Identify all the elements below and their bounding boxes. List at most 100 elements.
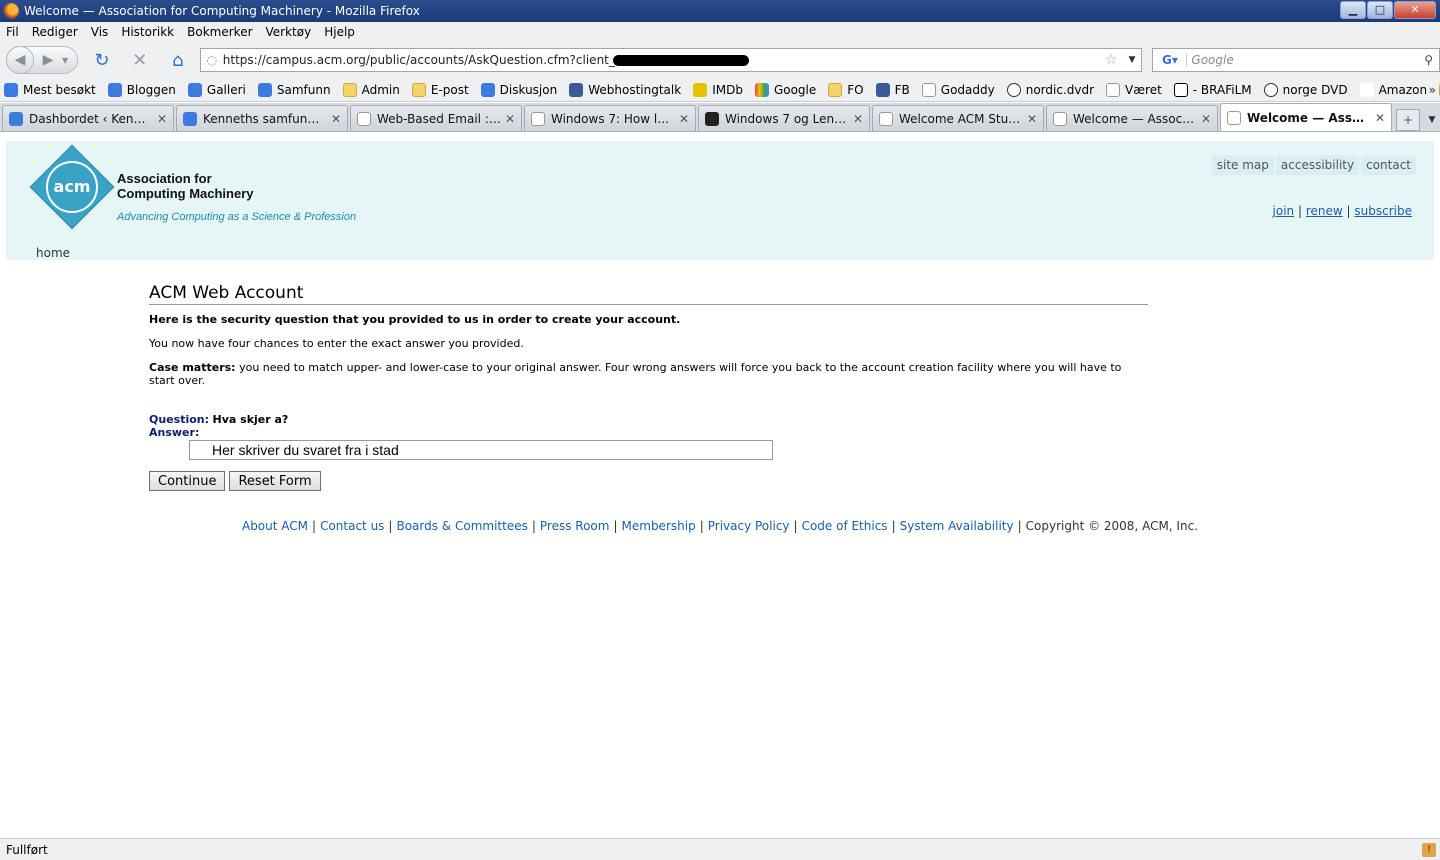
bookmark-item[interactable]: Bloggen xyxy=(104,82,176,97)
footer-link[interactable]: Boards & Committees xyxy=(396,519,527,533)
search-engine-icon[interactable]: G▾ xyxy=(1153,53,1188,67)
url-dropdown-icon[interactable]: ▼ xyxy=(1128,55,1135,65)
home-icon[interactable]: ⌂ xyxy=(164,50,192,71)
menu-bookmarks[interactable]: Bokmerker xyxy=(181,25,259,39)
tab[interactable]: Web-Based Email :: ... ✕ xyxy=(350,105,522,131)
site-map-link[interactable]: site map xyxy=(1211,155,1274,175)
menu-edit[interactable]: Rediger xyxy=(26,25,85,39)
close-window-button[interactable]: ✕ xyxy=(1394,1,1436,19)
bookmark-item[interactable]: Webhostingtalk xyxy=(565,82,681,97)
tab-close-icon[interactable]: ✕ xyxy=(1201,112,1211,126)
search-icon[interactable]: ⚲ xyxy=(1424,53,1433,67)
maximize-button[interactable]: □ xyxy=(1367,1,1393,19)
bookmark-item[interactable]: Admin xyxy=(339,82,400,97)
bookmark-item[interactable]: Galleri xyxy=(184,82,246,97)
menu-file[interactable]: Fil xyxy=(0,25,26,39)
bookmark-item[interactable]: Diskusjon xyxy=(477,82,557,97)
new-tab-button[interactable]: + xyxy=(1396,109,1420,131)
menu-tools[interactable]: Verktøy xyxy=(260,25,319,39)
footer-link[interactable]: Contact us xyxy=(320,519,384,533)
footer-link[interactable]: System Availability xyxy=(900,519,1014,533)
tab-active[interactable]: Welcome — Associ... ✕ xyxy=(1220,103,1392,131)
tab[interactable]: Welcome ACM Stud... ✕ xyxy=(872,105,1044,131)
bookmark-fb-icon xyxy=(875,82,890,97)
menu-help[interactable]: Hjelp xyxy=(318,25,362,39)
bookmark-item[interactable]: - BRAFiLM xyxy=(1170,82,1252,97)
bookmark-label: Amazon xyxy=(1378,82,1428,97)
back-button[interactable]: ◀ xyxy=(6,46,34,74)
bookmark-lf-icon xyxy=(1173,82,1188,97)
continue-button[interactable]: Continue xyxy=(149,471,226,491)
bookmark-item[interactable]: Amazon xyxy=(1356,82,1428,97)
security-lock-icon[interactable]: ! xyxy=(1422,842,1436,857)
tab-close-icon[interactable]: ✕ xyxy=(1375,111,1385,125)
footer-link[interactable]: Privacy Policy xyxy=(708,519,790,533)
bookmark-label: Samfunn xyxy=(276,82,331,97)
bookmark-item[interactable]: Google xyxy=(751,82,816,97)
menu-view[interactable]: Vis xyxy=(85,25,116,39)
window-title-bar: Welcome — Association for Computing Mach… xyxy=(0,0,1440,22)
case-note-text: you need to match upper- and lower-case … xyxy=(149,361,1122,387)
tab-label: Welcome — Associat... xyxy=(1073,111,1197,126)
accessibility-link[interactable]: accessibility xyxy=(1275,155,1360,175)
bookmark-item[interactable]: nordic.dvdr xyxy=(1003,82,1095,97)
footer-link[interactable]: Code of Ethics xyxy=(802,519,888,533)
tab-list-dropdown-icon[interactable]: ▼ xyxy=(1424,109,1440,131)
tab-close-icon[interactable]: ✕ xyxy=(679,112,689,126)
tab-close-icon[interactable]: ✕ xyxy=(331,112,341,126)
firefox-icon xyxy=(3,3,19,19)
tab[interactable]: Dashbordet ‹ Kennet... ✕ xyxy=(2,105,174,131)
footer-link[interactable]: Membership xyxy=(622,519,696,533)
history-dropdown-icon[interactable]: ▼ xyxy=(62,56,68,65)
intro-text: Here is the security question that you p… xyxy=(149,313,681,326)
forward-button[interactable]: ▶ xyxy=(34,52,62,68)
reset-form-button[interactable]: Reset Form xyxy=(229,471,321,491)
join-link[interactable]: join xyxy=(1273,204,1295,218)
tab-close-icon[interactable]: ✕ xyxy=(1027,112,1037,126)
bookmark-star-icon[interactable]: ☆ xyxy=(1105,52,1118,68)
tab-close-icon[interactable]: ✕ xyxy=(157,112,167,126)
home-link[interactable]: home xyxy=(36,246,70,260)
bookmark-label: nordic.dvdr xyxy=(1025,82,1095,97)
tab-close-icon[interactable]: ✕ xyxy=(505,112,515,126)
tab[interactable]: Kenneths samfunnsb... ✕ xyxy=(176,105,348,131)
bookmarks-overflow-icon[interactable]: » xyxy=(1429,83,1436,97)
bookmark-item[interactable]: Samfunn xyxy=(254,82,331,97)
bookmark-item[interactable]: IMDb xyxy=(689,82,743,97)
site-identity-icon[interactable]: ◌ xyxy=(201,53,223,67)
minimize-button[interactable]: ▁ xyxy=(1340,1,1366,19)
tab-label: Kenneths samfunnsb... xyxy=(203,111,327,126)
address-bar[interactable]: ◌ https://campus.acm.org/public/accounts… xyxy=(199,48,1143,72)
main-content: ACM Web Account Here is the security que… xyxy=(149,283,1148,491)
reload-icon[interactable]: ↻ xyxy=(88,50,116,71)
contact-link[interactable]: contact xyxy=(1361,155,1416,175)
bookmark-item[interactable]: E-post xyxy=(408,82,469,97)
tab[interactable]: Welcome — Associat... ✕ xyxy=(1046,105,1218,131)
tab[interactable]: Windows 7 og Lenov... ✕ xyxy=(698,105,870,131)
bookmark-item[interactable]: Godaddy xyxy=(918,82,995,97)
bookmark-w-icon xyxy=(569,82,584,97)
tab-close-icon[interactable]: ✕ xyxy=(853,112,863,126)
tab[interactable]: Windows 7: How low... ✕ xyxy=(524,105,696,131)
renew-link[interactable]: renew xyxy=(1306,204,1343,218)
bookmark-item[interactable]: norge DVD xyxy=(1260,82,1348,97)
bookmark-label: FO xyxy=(847,82,864,97)
search-bar[interactable]: G▾ Google ⚲ xyxy=(1152,48,1440,72)
tab-label: Windows 7 og Lenov... xyxy=(725,111,849,126)
bookmark-item[interactable]: Mest besøkt xyxy=(0,82,96,97)
footer-link[interactable]: Press Room xyxy=(540,519,610,533)
footer-link[interactable]: About ACM xyxy=(242,519,308,533)
page-viewport: acm Association for Computing Machinery … xyxy=(0,133,1440,838)
answer-input[interactable] xyxy=(189,440,773,460)
tab-label: Web-Based Email :: ... xyxy=(377,111,501,126)
stop-icon[interactable]: ✕ xyxy=(126,50,154,71)
menu-history[interactable]: Historikk xyxy=(115,25,181,39)
bookmark-blue-icon xyxy=(187,82,202,97)
bookmark-item[interactable]: FB xyxy=(872,82,910,97)
bookmark-label: norge DVD xyxy=(1282,82,1348,97)
bookmark-item[interactable]: Været xyxy=(1102,82,1162,97)
bookmark-label: Admin xyxy=(361,82,400,97)
answer-label: Answer: xyxy=(149,426,200,439)
bookmark-item[interactable]: FO xyxy=(824,82,864,97)
subscribe-link[interactable]: subscribe xyxy=(1354,204,1412,218)
